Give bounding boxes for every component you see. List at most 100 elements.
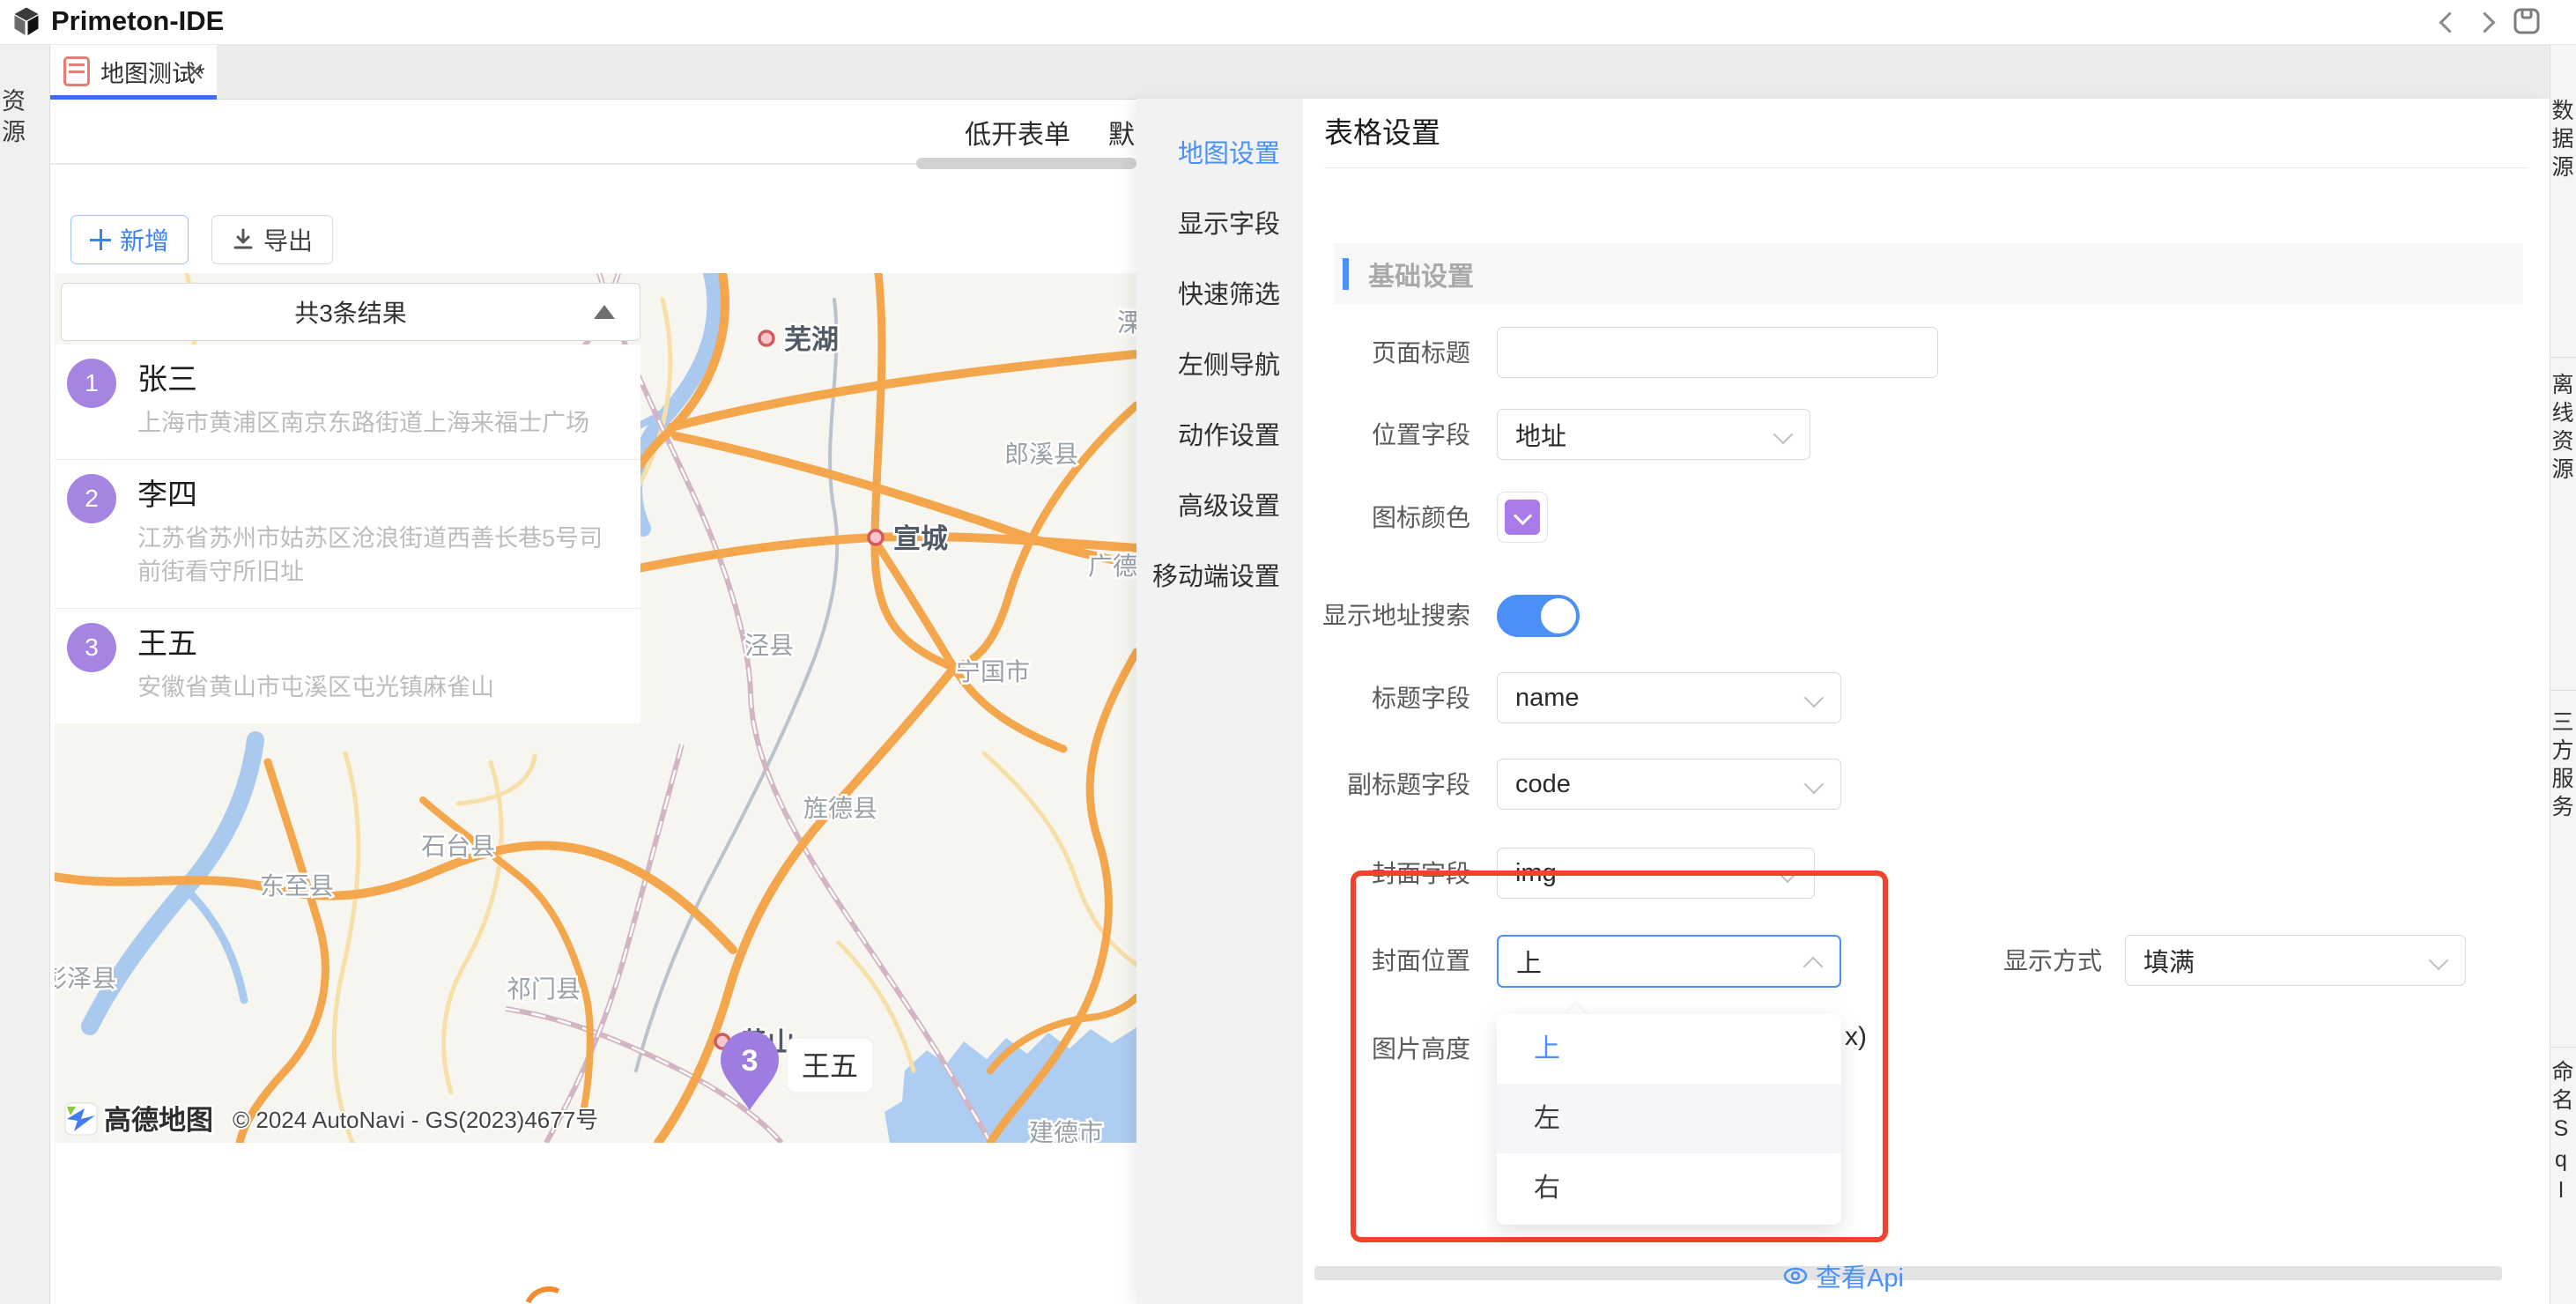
app-title: Primeton-IDE	[51, 5, 224, 37]
icon-color-picker[interactable]	[1497, 492, 1548, 543]
dropdown-option-left[interactable]: 左	[1497, 1084, 1841, 1153]
cover-field-value: img	[1515, 859, 1557, 888]
rail-tab-named-sql[interactable]: 命名Sql	[2550, 1060, 2576, 1209]
map-label: 泾县	[744, 632, 794, 659]
address-search-label: 显示地址搜索	[1136, 589, 1470, 642]
result-count-bar[interactable]: 共3条结果	[61, 283, 640, 341]
display-mode-select[interactable]: 填满	[2125, 935, 2466, 986]
record-row[interactable]: 3 王五 安徽省黄山市屯溪区屯光镇麻雀山	[55, 609, 640, 723]
location-field-select[interactable]: 地址	[1497, 409, 1810, 460]
history-forward-icon[interactable]	[2477, 11, 2500, 33]
record-name: 王五	[137, 623, 623, 665]
map-label: 建德市	[1029, 1119, 1103, 1143]
history-back-icon[interactable]	[2439, 11, 2461, 33]
nav-quick-filter[interactable]: 快速筛选	[1136, 260, 1303, 330]
cover-position-label: 封面位置	[1136, 935, 1470, 988]
section-basic-settings: 基础设置	[1334, 243, 2523, 304]
display-mode-label: 显示方式	[1768, 935, 2102, 988]
cover-field-select[interactable]: img	[1497, 848, 1815, 899]
chevron-down-icon	[1804, 774, 1825, 795]
dropdown-option-top[interactable]: 上	[1497, 1014, 1841, 1084]
page-title-label: 页面标题	[1136, 327, 1470, 380]
record-address: 安徽省黄山市屯溪区屯光镇麻雀山	[137, 671, 623, 704]
canvas-scrollbar-thumb[interactable]	[916, 158, 1136, 169]
amap-logo-text: 高德地图	[104, 1105, 213, 1136]
map-label: 溧阳	[1117, 309, 1136, 337]
result-count-text: 共3条结果	[294, 294, 407, 330]
view-api-link[interactable]: 查看Api	[1136, 1258, 2550, 1293]
icon-color-label: 图标颜色	[1136, 492, 1470, 545]
record-index-badge: 3	[67, 623, 116, 672]
cover-position-dropdown: 上 左 右	[1497, 1014, 1841, 1225]
dropdown-option-right[interactable]: 右	[1497, 1153, 1841, 1223]
settings-drawer: 地图设置 显示字段 快速筛选 左侧导航 动作设置 高级设置 移动端设置 表格设置…	[1136, 99, 2550, 1304]
left-rail-label[interactable]: 资源	[0, 88, 29, 150]
eye-icon	[1782, 1263, 1809, 1289]
tab-map-test[interactable]: 地图测试*	[49, 44, 217, 99]
image-height-suffix-fragment: x)	[1845, 1022, 1867, 1052]
toggle-knob	[1541, 598, 1576, 633]
chevron-down-icon	[1773, 425, 1794, 445]
document-icon	[63, 56, 90, 86]
section-accent-bar	[1343, 258, 1349, 290]
title-field-label: 标题字段	[1136, 672, 1470, 725]
nav-display-fields[interactable]: 显示字段	[1136, 189, 1303, 260]
map-label: 宣城	[893, 523, 948, 554]
record-items: 1 张三 上海市黄浦区南京东路街道上海来福士广场 2 李四 江苏省苏州市姑苏区沧…	[55, 345, 640, 723]
record-index-badge: 1	[67, 359, 116, 408]
chevron-down-icon	[2429, 951, 2449, 971]
save-icon[interactable]	[2513, 7, 2541, 35]
plus-icon	[90, 229, 111, 250]
view-api-text: 查看Api	[1816, 1257, 1904, 1294]
record-address: 上海市黄浦区南京东路街道上海来福士广场	[137, 406, 623, 440]
subtitle-field-label: 副标题字段	[1136, 759, 1470, 811]
subtitle-field-select[interactable]: code	[1497, 759, 1841, 810]
right-panel-rail: 数据源 离线资源 三方服务 命名Sql	[2550, 44, 2576, 1304]
map-marker-popup[interactable]: 王五	[787, 1038, 873, 1093]
record-row[interactable]: 2 李四 江苏省苏州市姑苏区沧浪街道西善长巷5号司前街看守所旧址	[55, 460, 640, 609]
record-index-badge: 2	[67, 474, 116, 523]
map-label: 广德市	[1088, 552, 1136, 580]
subtitle-field-value: code	[1515, 770, 1571, 799]
display-mode-value: 填满	[2143, 942, 2195, 979]
copyright-text: © 2024 AutoNavi - GS(2023)4677号	[233, 1107, 598, 1133]
map-label: 宁国市	[956, 658, 1030, 685]
rail-tab-offline-resources[interactable]: 离线资源	[2550, 373, 2576, 485]
export-button[interactable]: 导出	[211, 215, 333, 264]
record-row[interactable]: 1 张三 上海市黄浦区南京东路街道上海来福士广场	[55, 345, 640, 460]
section-title: 基础设置	[1368, 255, 1474, 293]
application-window: Primeton-IDE 资源 地图测试* 低开表单 默 新增	[0, 0, 2576, 1304]
nav-map-settings[interactable]: 地图设置	[1136, 119, 1303, 189]
title-field-value: name	[1515, 684, 1580, 713]
tab-bar: 地图测试*	[49, 44, 2576, 100]
map-label: 郎溪县	[1004, 441, 1078, 468]
divider	[1324, 167, 2528, 168]
location-field-label: 位置字段	[1136, 409, 1470, 462]
marker-popup-label: 王五	[802, 1050, 858, 1082]
add-button-label: 新增	[120, 222, 169, 257]
toolbar-item-lowcode-form[interactable]: 低开表单	[965, 113, 1070, 152]
record-address: 江苏省苏州市姑苏区沧浪街道西善长巷5号司前街看守所旧址	[137, 522, 623, 589]
address-search-toggle[interactable]	[1497, 595, 1580, 637]
map-label: 芜湖	[784, 324, 839, 355]
collapse-icon	[594, 305, 615, 319]
record-name: 李四	[137, 474, 623, 516]
rail-tab-datasource[interactable]: 数据源	[2550, 99, 2576, 183]
map-label: 东至县	[260, 872, 334, 900]
toolbar-item-default-clipped[interactable]: 默	[1108, 113, 1135, 152]
export-button-label: 导出	[263, 222, 313, 257]
rail-tab-thirdparty-services[interactable]: 三方服务	[2550, 710, 2576, 823]
location-field-value: 地址	[1515, 416, 1566, 453]
divider	[2550, 1047, 2576, 1048]
title-field-select[interactable]: name	[1497, 672, 1841, 723]
record-name: 张三	[137, 359, 623, 401]
map-label: 祁门县	[507, 975, 581, 1003]
page-title-input[interactable]	[1497, 327, 1938, 378]
add-button[interactable]: 新增	[70, 215, 189, 264]
left-panel-rail[interactable]: 资源	[0, 44, 50, 1304]
chevron-down-icon	[1804, 688, 1825, 708]
close-icon[interactable]	[185, 62, 204, 81]
image-height-label: 图片高度	[1136, 1023, 1470, 1076]
app-logo-icon	[11, 6, 42, 38]
color-swatch	[1505, 500, 1540, 535]
